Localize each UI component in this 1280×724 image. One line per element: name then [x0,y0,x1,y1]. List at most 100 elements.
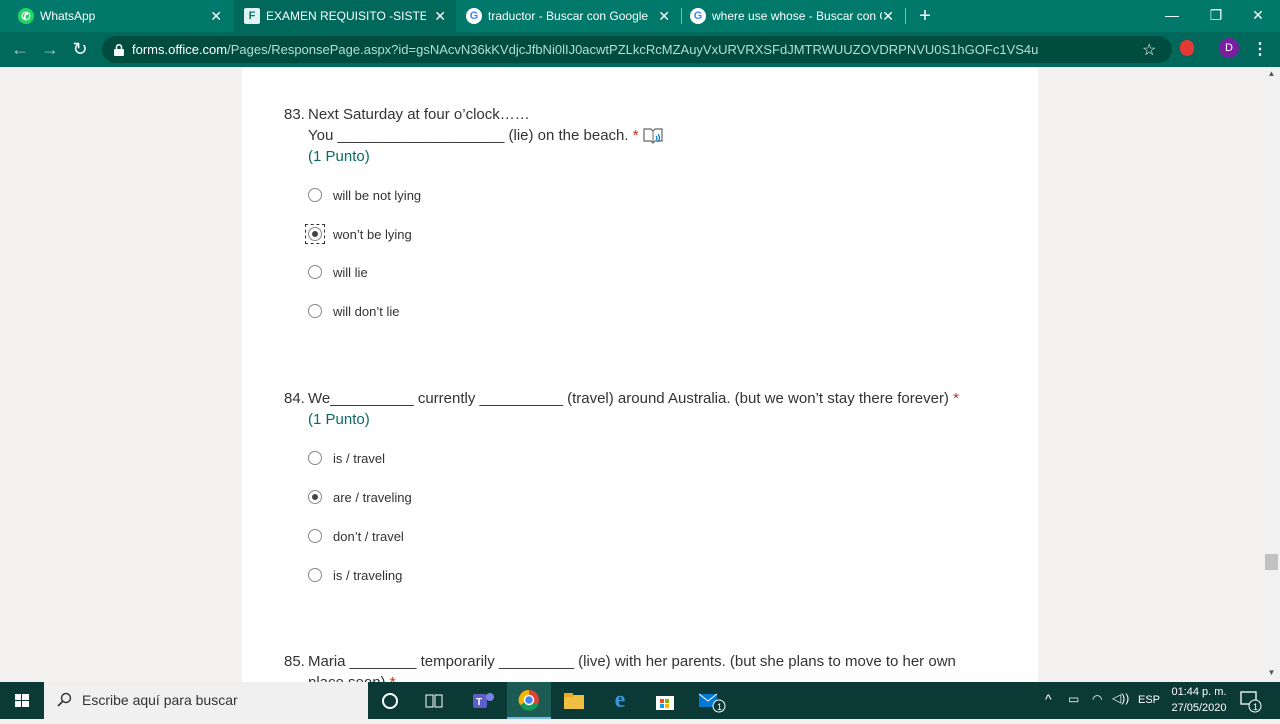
scroll-down-arrow-icon[interactable]: ▼ [1263,668,1280,680]
option-is-traveling[interactable]: is / traveling [306,565,402,585]
forward-icon[interactable]: → [38,38,62,60]
wifi-icon[interactable]: ◠ [1092,692,1102,706]
back-icon[interactable]: ← [8,38,32,60]
battery-icon[interactable]: ▭ [1068,692,1079,706]
radio-wrap [306,488,324,506]
url-path: /Pages/ResponsePage.aspx?id=gsNAcvN36kKV… [227,42,1039,57]
option-will-lie[interactable]: will lie [306,262,368,282]
new-tab-button[interactable]: + [914,5,936,27]
whatsapp-icon: ✆ [18,8,34,24]
radio-button[interactable] [308,529,322,543]
question-text-line: place soon) * [308,674,396,682]
radio-wrap [306,263,324,281]
option-label: is / traveling [333,567,403,583]
question-points: (1 Punto) [308,411,370,428]
option-label: will be not lying [333,187,422,203]
option-dont-travel[interactable]: don’t / travel [306,526,404,546]
page-scrollbar[interactable]: ▲ ▼ [1263,67,1280,682]
edge-icon[interactable]: e [598,682,642,719]
bookmark-star-icon[interactable]: ☆ [1142,40,1156,60]
address-bar[interactable]: forms.office.com/Pages/ResponsePage.aspx… [102,36,1172,63]
close-icon[interactable]: ✕ [658,8,670,24]
radio-wrap [306,302,324,320]
search-placeholder: Escribe aquí para buscar [82,692,238,708]
menu-icon[interactable]: ⋮ [1252,39,1268,59]
file-explorer-icon[interactable] [552,682,596,719]
question-text: We__________ currently __________ (trave… [308,390,949,407]
tab-title: where use whose - Buscar con Go [712,9,882,23]
radio-button[interactable] [308,265,322,279]
question-number: 83. [284,106,305,123]
taskbar-search-box[interactable]: Escribe aquí para buscar [44,682,368,719]
close-icon[interactable]: ✕ [210,8,222,24]
option-label: won’t be lying [333,226,412,242]
google-icon: G [690,8,706,24]
mail-badge: 1 [717,702,722,712]
minimize-button[interactable]: — [1150,0,1194,32]
option-are-traveling[interactable]: are / traveling [306,487,412,507]
question-text-line: You ____________________ (lie) on the be… [308,127,639,144]
option-label: will don’t lie [333,303,400,319]
start-button[interactable] [0,682,44,719]
radio-button[interactable] [308,188,322,202]
lock-icon [114,44,124,56]
tab-whatsapp[interactable]: ✆ WhatsApp ✕ [10,0,232,32]
teams-icon[interactable]: T [461,682,505,719]
immersive-reader-icon[interactable] [643,127,663,145]
radio-button-selected[interactable] [308,227,322,241]
option-will-be-not-lying[interactable]: will be not lying [306,185,421,205]
scroll-thumb[interactable] [1265,554,1278,570]
option-will-dont-lie[interactable]: will don’t lie [306,301,399,321]
radio-wrap [306,449,324,467]
store-icon[interactable] [643,682,687,719]
windows-taskbar: Escribe aquí para buscar T e 1 ^ ▭ ◠ ◁)) [0,682,1280,719]
tab-examen[interactable]: F EXAMEN REQUISITO -SISTEMAS ✕ [234,0,456,32]
tab-separator [905,8,906,24]
question-text-line-2: You ____________________ (lie) on the be… [308,127,629,144]
radio-button[interactable] [308,568,322,582]
chrome-taskbar-icon[interactable] [507,682,551,719]
cortana-icon[interactable] [368,682,412,719]
search-icon [57,692,72,707]
restore-button[interactable]: ❐ [1194,0,1238,32]
radio-button[interactable] [308,304,322,318]
clock-date[interactable]: 27/05/2020 [1168,702,1230,714]
radio-wrap [306,527,324,545]
question-text-line: Next Saturday at four o’clock…… [308,106,530,123]
notification-badge: 1 [1253,702,1258,712]
clock-time[interactable]: 01:44 p. m. [1168,686,1230,698]
question-text-line: Maria ________ temporarily _________ (li… [308,653,956,670]
scroll-up-arrow-icon[interactable]: ▲ [1263,69,1280,81]
task-view-icon[interactable] [412,682,456,719]
radio-wrap [305,224,325,244]
notification-center-icon[interactable]: 1 [1238,688,1262,714]
close-icon[interactable]: ✕ [882,8,894,24]
volume-icon[interactable]: ◁)) [1112,691,1129,705]
chevron-up-icon[interactable]: ^ [1045,691,1052,707]
option-label: don’t / travel [333,528,404,544]
extension-icon[interactable] [1180,40,1194,56]
tab-where-use-whose[interactable]: G where use whose - Buscar con Go ✕ [682,0,904,32]
tab-title: WhatsApp [40,9,96,23]
tab-traductor[interactable]: G traductor - Buscar con Google ✕ [458,0,680,32]
radio-button-selected[interactable] [308,490,322,504]
reload-icon[interactable]: ↻ [68,38,92,60]
profile-avatar[interactable]: D [1219,38,1239,58]
option-wont-be-lying[interactable]: won’t be lying [305,224,412,244]
close-icon[interactable]: ✕ [434,8,446,24]
option-label: is / travel [333,450,386,466]
question-points: (1 Punto) [308,148,370,165]
required-asterisk: * [390,674,396,682]
option-label: will lie [333,264,368,280]
required-asterisk: * [632,127,639,144]
close-window-button[interactable]: ✕ [1236,0,1280,32]
mail-icon[interactable]: 1 [690,682,734,719]
language-indicator[interactable]: ESP [1138,694,1160,706]
radio-wrap [306,186,324,204]
browser-toolbar: ← → ↻ forms.office.com/Pages/ResponsePag… [0,32,1280,67]
option-is-travel[interactable]: is / travel [306,448,385,468]
radio-wrap [306,566,324,584]
radio-button[interactable] [308,451,322,465]
question-number: 85. [284,653,305,670]
forms-icon: F [244,8,260,24]
